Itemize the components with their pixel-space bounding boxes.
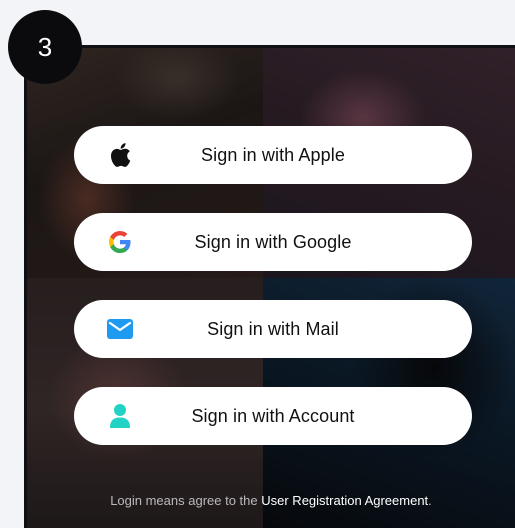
step-number-badge: 3	[8, 10, 82, 84]
mail-icon	[106, 315, 134, 343]
login-screen: Sign in with Apple Sign in with Google S…	[24, 45, 515, 528]
account-icon	[106, 402, 134, 430]
page: 3 Sign in with Apple Sign in with Google…	[0, 0, 515, 528]
agreement-prefix-text: Login means agree to the	[110, 493, 262, 508]
login-agreement-notice: Login means agree to the User Registrati…	[27, 493, 515, 508]
apple-icon	[106, 141, 134, 169]
step-number: 3	[37, 31, 53, 62]
sign-in-with-account-button[interactable]: Sign in with Account	[74, 387, 472, 445]
background-dim-overlay	[27, 48, 515, 528]
agreement-suffix-text: .	[428, 493, 432, 508]
sign-in-with-mail-button[interactable]: Sign in with Mail	[74, 300, 472, 358]
user-registration-agreement-link[interactable]: User Registration Agreement	[261, 493, 428, 508]
google-icon	[106, 228, 134, 256]
sign-in-with-google-button[interactable]: Sign in with Google	[74, 213, 472, 271]
sign-in-with-apple-button[interactable]: Sign in with Apple	[74, 126, 472, 184]
